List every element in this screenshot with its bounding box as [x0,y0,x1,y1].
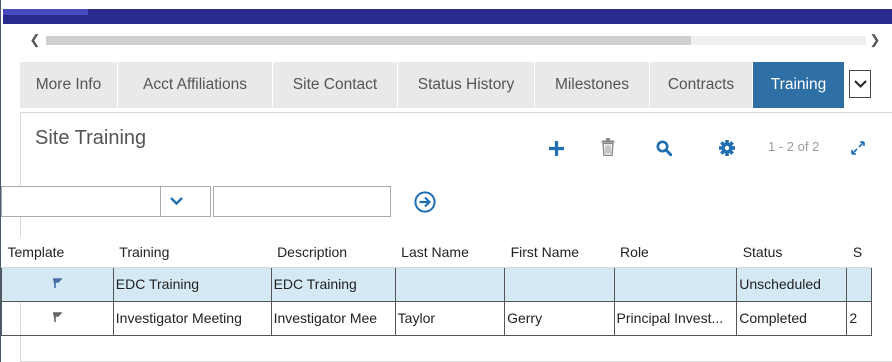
chevron-right-icon[interactable]: ❯ [868,32,882,48]
last-name-cell[interactable]: Taylor [394,300,506,336]
tab-overflow-dropdown[interactable] [849,70,871,98]
column-header[interactable]: Description [271,237,396,268]
chevron-left-icon[interactable]: ❮ [28,32,42,48]
template-cell[interactable] [1,300,114,336]
tab-contracts[interactable]: Contracts [650,62,753,108]
description-cell[interactable]: EDC Training [270,266,396,302]
column-header[interactable]: Training [113,237,272,268]
training-cell[interactable]: EDC Training [112,266,272,302]
tab-status-history[interactable]: Status History [398,62,535,108]
extra-cell[interactable] [846,266,872,302]
scrollbar-thumb[interactable] [46,36,691,45]
flag-icon [53,312,64,322]
first-name-cell[interactable]: Gerry [504,300,615,336]
description-cell[interactable]: Investigator Mee [270,300,396,336]
go-arrow-icon[interactable] [414,191,436,213]
gear-icon[interactable] [719,140,735,156]
filter-value-input[interactable] [213,186,391,217]
plus-icon[interactable] [548,140,565,157]
template-cell[interactable] [1,266,114,302]
column-header[interactable]: S [846,237,872,268]
column-header[interactable]: Role [614,237,737,268]
site-training-panel: Site Training 1 - 2 of 2 Template Traini… [1,112,892,362]
tab-training[interactable]: Training [753,62,845,108]
filter-field-dropdown[interactable] [160,187,191,216]
expand-icon[interactable] [851,141,865,155]
chevron-down-icon [170,197,183,205]
table-row[interactable]: Investigator Meeting Investigator Mee Ta… [1,300,872,336]
role-cell[interactable] [613,266,738,302]
training-cell[interactable]: Investigator Meeting [112,300,272,336]
header-accent-notch [3,9,88,15]
search-icon[interactable] [656,140,672,156]
header-bar [3,0,892,26]
tab-milestones[interactable]: Milestones [535,62,650,108]
training-table: Template Training Description Last Name … [1,237,872,336]
panel-title: Site Training [35,127,147,149]
column-header[interactable]: First Name [504,237,615,268]
filter-field-select[interactable] [1,186,211,217]
table-header-row: Template Training Description Last Name … [1,237,872,268]
last-name-cell[interactable] [394,266,506,302]
header-accent-strip [3,9,892,24]
role-cell[interactable]: Principal Invest... [613,300,738,336]
chevron-down-icon [854,80,867,88]
tab-scrollbar[interactable]: ❮ ❯ [20,32,892,48]
tab-bar: More Info Acct Affiliations Site Contact… [20,62,892,108]
status-cell[interactable]: Unscheduled [736,266,848,302]
table-row[interactable]: EDC Training EDC Training Unscheduled [1,266,872,302]
pagination-label: 1 - 2 of 2 [768,139,820,154]
tab-site-contact[interactable]: Site Contact [273,62,398,108]
tab-acct-affiliations[interactable]: Acct Affiliations [118,62,273,108]
extra-cell[interactable]: 2 [846,300,872,336]
tab-more-info[interactable]: More Info [20,62,118,108]
column-header[interactable]: Last Name [395,237,505,268]
column-header[interactable]: Template [1,237,114,268]
trash-icon[interactable] [601,138,615,156]
flag-icon [53,278,64,288]
first-name-cell[interactable] [504,266,615,302]
status-cell[interactable]: Completed [736,300,848,336]
column-header[interactable]: Status [736,237,847,268]
